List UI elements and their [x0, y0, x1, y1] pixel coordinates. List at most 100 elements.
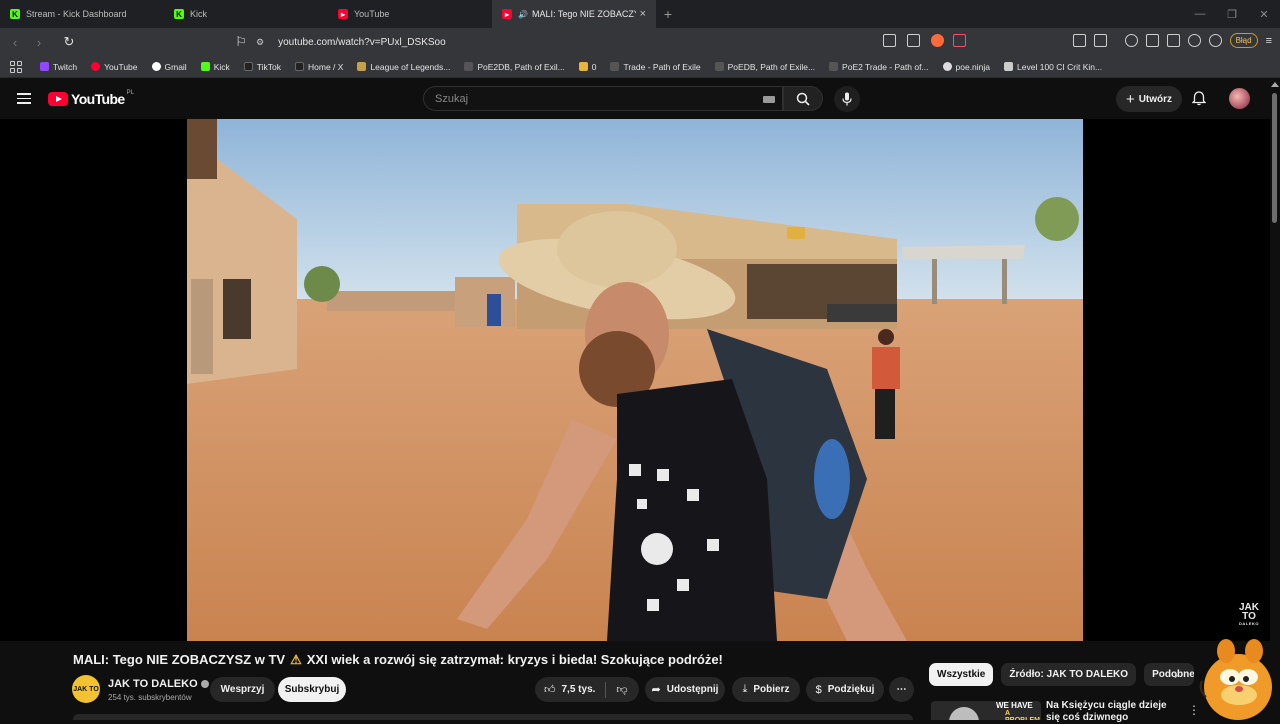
screenshot-icon[interactable] — [1093, 34, 1107, 47]
voice-search-button[interactable] — [834, 86, 860, 112]
like-divider — [605, 681, 607, 698]
league-icon — [357, 62, 367, 71]
bookmark-kick[interactable]: Kick — [200, 62, 230, 72]
music-icon[interactable] — [1124, 34, 1138, 47]
channel-avatar[interactable]: JAK TO — [72, 675, 100, 703]
thanks-label: Podziękuj — [827, 684, 875, 695]
extensions-icon[interactable] — [1072, 34, 1086, 47]
watermark-line: DALEKO — [1239, 621, 1259, 626]
youtube-logo[interactable]: YouTube PL — [48, 90, 134, 107]
tab-label: Stream - Kick Dashboard — [26, 9, 127, 19]
bookmark-x[interactable]: Home / X — [295, 62, 343, 72]
bookmark-youtube[interactable]: YouTube — [91, 61, 138, 72]
tiktok-icon — [243, 62, 253, 71]
kick-icon — [200, 62, 210, 71]
tab-mali-video[interactable]: ▸ 🔊 MALI: Tego NIE ZOBACZYSZ × — [492, 0, 656, 28]
search-button[interactable] — [783, 86, 823, 111]
bookmark-gmail[interactable]: Gmail — [151, 62, 187, 72]
restore-icon[interactable]: ❐ — [1216, 0, 1248, 28]
scrollbar-thumb[interactable] — [1272, 93, 1277, 223]
youtube-icon: ▸ — [502, 9, 512, 19]
channel-name-row[interactable]: JAK TO DALEKO — [108, 678, 209, 690]
bookmark-twitch[interactable]: Twitch — [40, 62, 77, 72]
more-actions-button[interactable]: ⋯ — [889, 677, 914, 702]
bookmark-poe2-trade[interactable]: PoE2 Trade - Path of... — [829, 62, 929, 72]
like-count[interactable]: 7,5 tys. — [562, 684, 596, 695]
wallet-icon[interactable] — [1166, 34, 1180, 47]
video-frame[interactable] — [187, 119, 1083, 641]
download-button[interactable]: ⤓ Pobierz — [732, 677, 800, 702]
ninja-icon — [942, 62, 952, 71]
thumbs-down-icon[interactable]: 👎︎ — [616, 683, 627, 696]
close-tab-icon[interactable]: × — [640, 8, 646, 20]
plus-icon: + — [1125, 90, 1135, 108]
channel-watermark[interactable]: JAK TO DALEKO — [1236, 603, 1262, 627]
bookmark-poe-trade[interactable]: Trade - Path of Exile — [610, 62, 701, 72]
cast-icon[interactable] — [883, 34, 896, 47]
create-button[interactable]: + Utwórz — [1116, 86, 1182, 112]
apps-grid-icon[interactable] — [10, 60, 22, 73]
bookmark-poedb[interactable]: PoEDB, Path of Exile... — [714, 62, 815, 72]
forward-icon[interactable]: › — [28, 31, 50, 53]
recommendation-title[interactable]: Na Księżycu ciągle dzieje się coś dziwne… — [1046, 700, 1176, 724]
share-icon: ➦ — [651, 684, 661, 696]
page-icon — [1004, 62, 1014, 71]
video-title-part: XXI wiek a rozwój się zatrzymał: kryzys … — [306, 652, 723, 667]
bookmark-tiktok[interactable]: TikTok — [243, 61, 282, 72]
menu-icon[interactable] — [17, 93, 31, 104]
chevron-right-icon[interactable]: › — [1174, 668, 1178, 682]
notifications-bell-icon[interactable] — [1192, 91, 1206, 106]
back-icon[interactable]: ‹ — [4, 31, 26, 53]
bookmark-poe-ninja[interactable]: poe.ninja — [942, 61, 991, 72]
bookmark-label: YouTube — [104, 61, 138, 72]
page-scrollbar[interactable] — [1270, 79, 1280, 720]
tab-youtube[interactable]: ▸ YouTube — [328, 0, 492, 28]
x-icon — [295, 62, 305, 71]
bookmark-poe2db[interactable]: PoE2DB, Path of Exil... — [464, 62, 565, 72]
close-window-icon[interactable]: ✕ — [1248, 0, 1280, 28]
bookmark-label: TikTok — [256, 61, 282, 72]
video-player[interactable]: JAK TO DALEKO — [0, 119, 1270, 641]
bookmark-label: poe.ninja — [955, 61, 991, 72]
new-tab-button[interactable]: + — [656, 6, 680, 22]
channel-name[interactable]: JAK TO DALEKO — [108, 678, 198, 690]
minimize-icon[interactable]: — — [1184, 0, 1216, 28]
poe-icon — [464, 62, 474, 71]
share-button[interactable]: ➦ Udostępnij — [645, 677, 725, 702]
recommendation-thumbnail[interactable]: WE HAVE A PROBLEM — [931, 701, 1041, 720]
thanks-button[interactable]: $ Podziękuj — [806, 677, 884, 702]
chip-all[interactable]: Wszystkie — [929, 663, 994, 686]
menu-icon[interactable]: ≡ — [1266, 35, 1272, 47]
rewards-icon[interactable] — [953, 34, 966, 47]
chip-source-channel[interactable]: Źródło: JAK TO DALEKO — [1001, 663, 1137, 686]
scroll-up-arrow-icon[interactable] — [1271, 82, 1279, 87]
bookmark-folder[interactable]: 0 — [578, 62, 596, 72]
subscribe-label: Subskrybuj — [284, 684, 340, 695]
bookmark-level-100[interactable]: Level 100 CI Crit Kin... — [1004, 62, 1102, 72]
leo-icon[interactable] — [1187, 34, 1201, 47]
error-button[interactable]: Błąd — [1229, 33, 1258, 48]
bookmark-icon[interactable]: ⚐ — [230, 31, 252, 53]
support-button[interactable]: Wesprzyj — [210, 677, 275, 702]
chip-related[interactable]: Podobne — [1144, 663, 1195, 686]
download-icon: ⤓ — [742, 683, 748, 695]
sidebar-icon[interactable] — [1145, 34, 1159, 47]
speaker-icon[interactable]: 🔊 — [518, 10, 528, 19]
site-settings-icon[interactable]: ⚙ — [256, 37, 264, 48]
share-page-icon[interactable] — [907, 34, 920, 47]
thumbs-up-icon[interactable]: 👍︎ — [544, 683, 556, 696]
vpn-icon[interactable] — [1208, 34, 1222, 47]
subscribe-button[interactable]: Subskrybuj — [278, 677, 346, 702]
brave-shield-icon[interactable] — [931, 34, 944, 47]
search-input[interactable] — [435, 87, 735, 110]
bookmark-league[interactable]: League of Legends... — [357, 62, 450, 72]
reload-icon[interactable]: ↻ — [58, 31, 80, 53]
description-box[interactable] — [73, 714, 913, 720]
account-avatar[interactable] — [1229, 88, 1250, 109]
video-title: MALI: Tego NIE ZOBACZYSZ w TV ⚠ XXI wiek a… — [73, 652, 723, 668]
tab-kick[interactable]: K Kick — [164, 0, 328, 28]
tab-kick-dashboard[interactable]: K Stream - Kick Dashboard — [0, 0, 164, 28]
bookmarks-bar: Twitch YouTube Gmail Kick TikTok Home / … — [0, 56, 1280, 78]
more-icon: ⋯ — [896, 684, 907, 695]
keyboard-icon[interactable] — [763, 96, 775, 103]
